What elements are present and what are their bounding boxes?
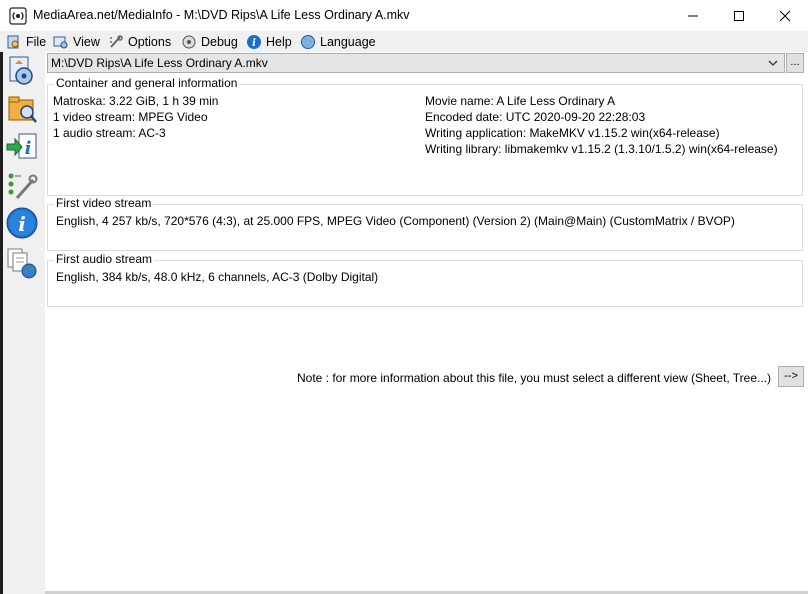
- minimize-icon: [688, 15, 698, 16]
- about-info-icon[interactable]: i: [5, 206, 39, 240]
- menu-bar: File View Options Debug i Help Language: [0, 31, 808, 52]
- general-detail-line: Encoded date: UTC 2020-09-20 22:28:03: [425, 110, 646, 124]
- svg-text:i: i: [252, 38, 256, 49]
- general-info-legend: Container and general information: [54, 76, 240, 90]
- audio-stream-group: First audio stream English, 384 kb/s, 48…: [47, 252, 803, 307]
- menu-debug[interactable]: Debug: [181, 32, 238, 51]
- audio-stream-details: English, 384 kb/s, 48.0 kHz, 6 channels,…: [56, 270, 379, 284]
- general-detail-line: Movie name: A Life Less Ordinary A: [425, 94, 616, 108]
- video-stream-group: First video stream English, 4 257 kb/s, …: [47, 196, 803, 251]
- window-edge: [0, 52, 3, 594]
- menu-view[interactable]: View: [53, 32, 100, 51]
- video-stream-details: English, 4 257 kb/s, 720*576 (4:3), at 2…: [56, 214, 735, 228]
- menu-file[interactable]: File: [6, 32, 46, 51]
- menu-view-label: View: [73, 34, 100, 49]
- menu-help-label: Help: [266, 34, 292, 49]
- video-stream-legend: First video stream: [54, 196, 154, 210]
- left-toolbar: i i: [0, 52, 45, 594]
- menu-file-label: File: [26, 34, 47, 49]
- minimize-button[interactable]: [670, 0, 716, 31]
- options-icon: [110, 34, 123, 48]
- window-title: MediaArea.net/MediaInfo - M:\DVD Rips\A …: [33, 8, 410, 22]
- menu-language[interactable]: Language: [300, 32, 376, 51]
- file-selector-value: M:\DVD Rips\A Life Less Ordinary A.mkv: [51, 56, 268, 70]
- file-icon: [7, 35, 19, 48]
- audio-stream-legend: First audio stream: [54, 252, 155, 266]
- title-bar: MediaArea.net/MediaInfo - M:\DVD Rips\A …: [0, 0, 808, 31]
- close-icon: [779, 10, 791, 21]
- menu-options[interactable]: Options: [108, 32, 171, 51]
- file-selector-dropdown[interactable]: M:\DVD Rips\A Life Less Ordinary A.mkv: [47, 53, 785, 73]
- view-icon: [53, 36, 68, 48]
- preferences-icon[interactable]: [5, 168, 39, 202]
- open-folder-icon[interactable]: [5, 92, 39, 126]
- open-file-icon[interactable]: [5, 54, 39, 88]
- general-line: Matroska: 3.22 GiB, 1 h 39 min: [53, 94, 219, 108]
- menu-language-label: Language: [320, 34, 376, 49]
- close-button[interactable]: [762, 0, 808, 31]
- view-note: Note : for more information about this f…: [297, 371, 771, 385]
- general-detail-line: Writing library: libmakemkv v1.15.2 (1.3…: [425, 142, 778, 156]
- maximize-icon: [734, 10, 744, 21]
- maximize-button[interactable]: [716, 0, 762, 31]
- help-icon: i: [247, 34, 261, 49]
- svg-text:i: i: [18, 212, 26, 236]
- chevron-down-icon: [768, 60, 778, 66]
- web-info-icon[interactable]: [5, 246, 39, 280]
- mediainfo-app-icon: [9, 7, 27, 25]
- general-line: 1 video stream: MPEG Video: [53, 110, 208, 124]
- svg-text:i: i: [25, 138, 32, 159]
- general-line: 1 audio stream: AC-3: [53, 126, 166, 140]
- menu-options-label: Options: [128, 34, 172, 49]
- menu-debug-label: Debug: [201, 34, 238, 49]
- general-detail-line: Writing application: MakeMKV v1.15.2 win…: [425, 126, 720, 140]
- browse-button[interactable]: ...: [786, 53, 804, 73]
- language-icon: [301, 34, 315, 49]
- change-view-button[interactable]: -->: [778, 366, 804, 387]
- debug-icon: [182, 35, 196, 48]
- export-info-icon[interactable]: i: [5, 130, 39, 164]
- menu-help[interactable]: i Help: [246, 32, 292, 51]
- general-info-group: Container and general information Matros…: [47, 76, 803, 196]
